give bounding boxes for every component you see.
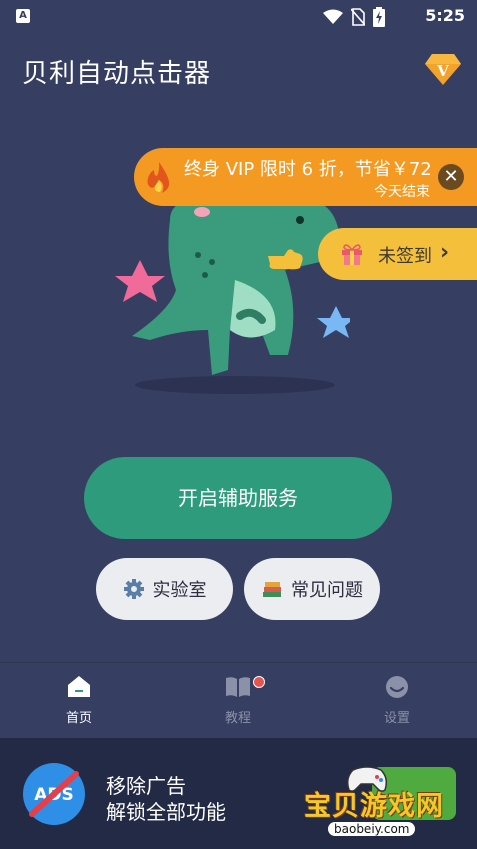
watermark-logo: 宝贝游戏网 baobeiy.com bbox=[300, 748, 470, 843]
remove-ads-title: 移除广告 bbox=[106, 774, 186, 798]
app-title: 贝利自动点击器 bbox=[22, 59, 212, 89]
tab-settings-label: 设置 bbox=[383, 711, 410, 726]
lab-button-label: 实验室 bbox=[152, 580, 207, 601]
battery-charging-icon bbox=[373, 7, 385, 27]
close-icon[interactable]: ✕ bbox=[438, 164, 464, 190]
wifi-icon bbox=[323, 9, 343, 24]
vip-diamond-icon[interactable]: V bbox=[425, 52, 461, 86]
gift-icon bbox=[342, 244, 362, 265]
notification-icon: A bbox=[16, 9, 30, 23]
pointing-hand-icon bbox=[268, 249, 303, 270]
home-icon bbox=[68, 676, 90, 697]
status-icons bbox=[323, 7, 385, 27]
smiley-icon bbox=[386, 676, 408, 698]
watermark-url: baobeiy.com bbox=[328, 822, 416, 836]
notification-dot bbox=[253, 676, 265, 688]
start-service-button[interactable]: 开启辅助服务 bbox=[84, 457, 392, 539]
promo-sub-text: 今天结束 bbox=[374, 184, 430, 200]
signin-label: 未签到 bbox=[378, 246, 432, 267]
tab-home[interactable]: 首页 bbox=[39, 675, 119, 726]
status-bar: A 5:25 bbox=[0, 0, 477, 32]
bottom-tab-bar: 首页 教程 设置 bbox=[0, 663, 477, 738]
vip-promo-banner[interactable]: 终身 VIP 限时 6 折，节省￥72 今天结束 ✕ bbox=[134, 148, 477, 206]
no-ads-icon: ADS bbox=[23, 763, 85, 825]
faq-button[interactable]: 常见问题 bbox=[244, 558, 380, 620]
tab-tutorial-label: 教程 bbox=[224, 711, 251, 726]
signin-button[interactable]: 未签到 › bbox=[318, 228, 477, 280]
fire-icon bbox=[147, 162, 170, 193]
tab-tutorial[interactable]: 教程 bbox=[198, 675, 278, 726]
lab-button[interactable]: 实验室 bbox=[96, 558, 233, 620]
faq-button-label: 常见问题 bbox=[291, 580, 363, 601]
book-icon bbox=[226, 677, 250, 697]
dinosaur-mascot bbox=[115, 198, 350, 394]
clock: 5:25 bbox=[425, 6, 465, 25]
gear-icon bbox=[123, 579, 144, 599]
tab-settings[interactable]: 设置 bbox=[357, 675, 437, 726]
tab-home-label: 首页 bbox=[65, 711, 92, 726]
unlock-features-text: 解锁全部功能 bbox=[106, 800, 226, 824]
remove-ads-banner[interactable]: ADS 移除广告 解锁全部功能 宝贝游戏网 baobeiy.com bbox=[0, 738, 477, 849]
books-icon bbox=[263, 582, 281, 597]
chevron-right-icon: › bbox=[440, 240, 450, 265]
no-sim-icon bbox=[351, 8, 365, 26]
promo-main-text: 终身 VIP 限时 6 折，节省￥72 bbox=[184, 159, 432, 180]
vip-badge-glyph: V bbox=[436, 62, 449, 80]
watermark-text: 宝贝游戏网 bbox=[304, 791, 444, 822]
